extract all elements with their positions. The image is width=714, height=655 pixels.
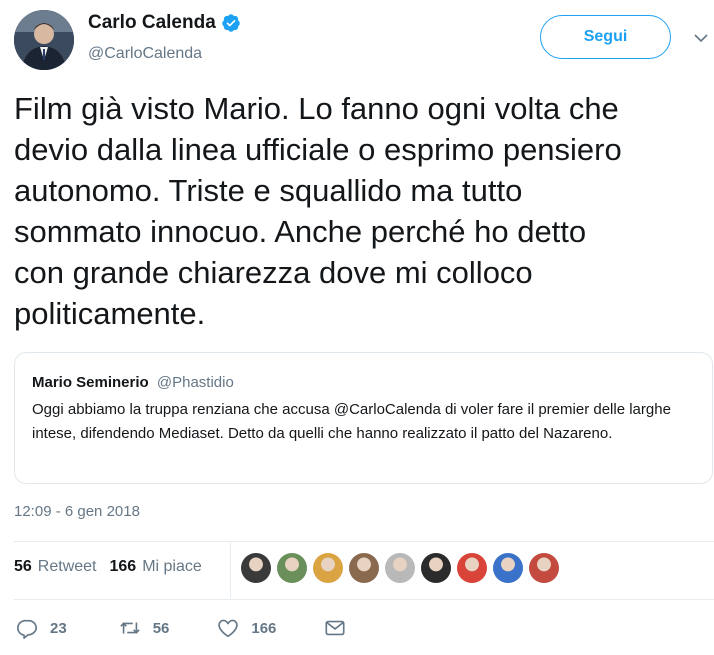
retweet-count: 56 bbox=[152, 619, 170, 637]
retweets-count: 56 bbox=[14, 558, 32, 575]
engagement-stats: 56 Retweet 166 Mi piace bbox=[14, 558, 202, 576]
chevron-down-icon[interactable] bbox=[693, 30, 709, 46]
reply-icon bbox=[17, 619, 37, 639]
divider bbox=[230, 542, 231, 598]
quoted-tweet-text: Oggi abbiamo la truppa renziana che accu… bbox=[32, 401, 671, 442]
reply-count: 23 bbox=[50, 619, 67, 637]
heart-icon bbox=[218, 619, 239, 638]
likes-count: 166 bbox=[109, 558, 137, 575]
like-button[interactable]: 166 bbox=[217, 617, 276, 639]
divider bbox=[14, 599, 714, 600]
liker-avatar[interactable] bbox=[385, 553, 415, 583]
liker-avatar[interactable] bbox=[421, 553, 451, 583]
liker-avatar[interactable] bbox=[349, 553, 379, 583]
liker-avatar[interactable] bbox=[529, 553, 559, 583]
like-count: 166 bbox=[251, 619, 277, 637]
retweet-icon bbox=[119, 622, 140, 634]
liker-avatars bbox=[241, 553, 565, 583]
likes-label: Mi piace bbox=[142, 558, 202, 575]
tweet-text: Film già visto Mario. Lo fanno ogni volt… bbox=[14, 91, 622, 331]
quoted-tweet[interactable]: Mario Seminerio @Phastidio Oggi abbiamo … bbox=[14, 352, 713, 484]
avatar[interactable] bbox=[14, 10, 74, 70]
liker-avatar[interactable] bbox=[313, 553, 343, 583]
retweets-label: Retweet bbox=[37, 558, 97, 575]
envelope-icon bbox=[325, 620, 345, 636]
likes-stat[interactable]: 166 Mi piace bbox=[110, 558, 202, 576]
retweets-stat[interactable]: 56 Retweet bbox=[14, 558, 97, 576]
retweet-button[interactable]: 56 bbox=[119, 617, 170, 639]
divider bbox=[14, 541, 714, 542]
quoted-author-handle: @Phastidio bbox=[156, 374, 234, 391]
quoted-author-name: Mario Seminerio bbox=[32, 374, 149, 391]
liker-avatar[interactable] bbox=[277, 553, 307, 583]
follow-button[interactable]: Segui bbox=[540, 15, 671, 59]
author-handle[interactable]: @CarloCalenda bbox=[88, 45, 202, 63]
timestamp[interactable]: 12:09 - 6 gen 2018 bbox=[14, 503, 140, 520]
reply-button[interactable]: 23 bbox=[16, 617, 67, 639]
direct-message-button[interactable] bbox=[324, 617, 346, 639]
liker-avatar[interactable] bbox=[493, 553, 523, 583]
tweet-actions: 23 56 166 bbox=[16, 617, 346, 639]
liker-avatar[interactable] bbox=[241, 553, 271, 583]
liker-avatar[interactable] bbox=[457, 553, 487, 583]
display-name[interactable]: Carlo Calenda bbox=[88, 12, 216, 34]
verified-badge-icon bbox=[221, 13, 241, 33]
